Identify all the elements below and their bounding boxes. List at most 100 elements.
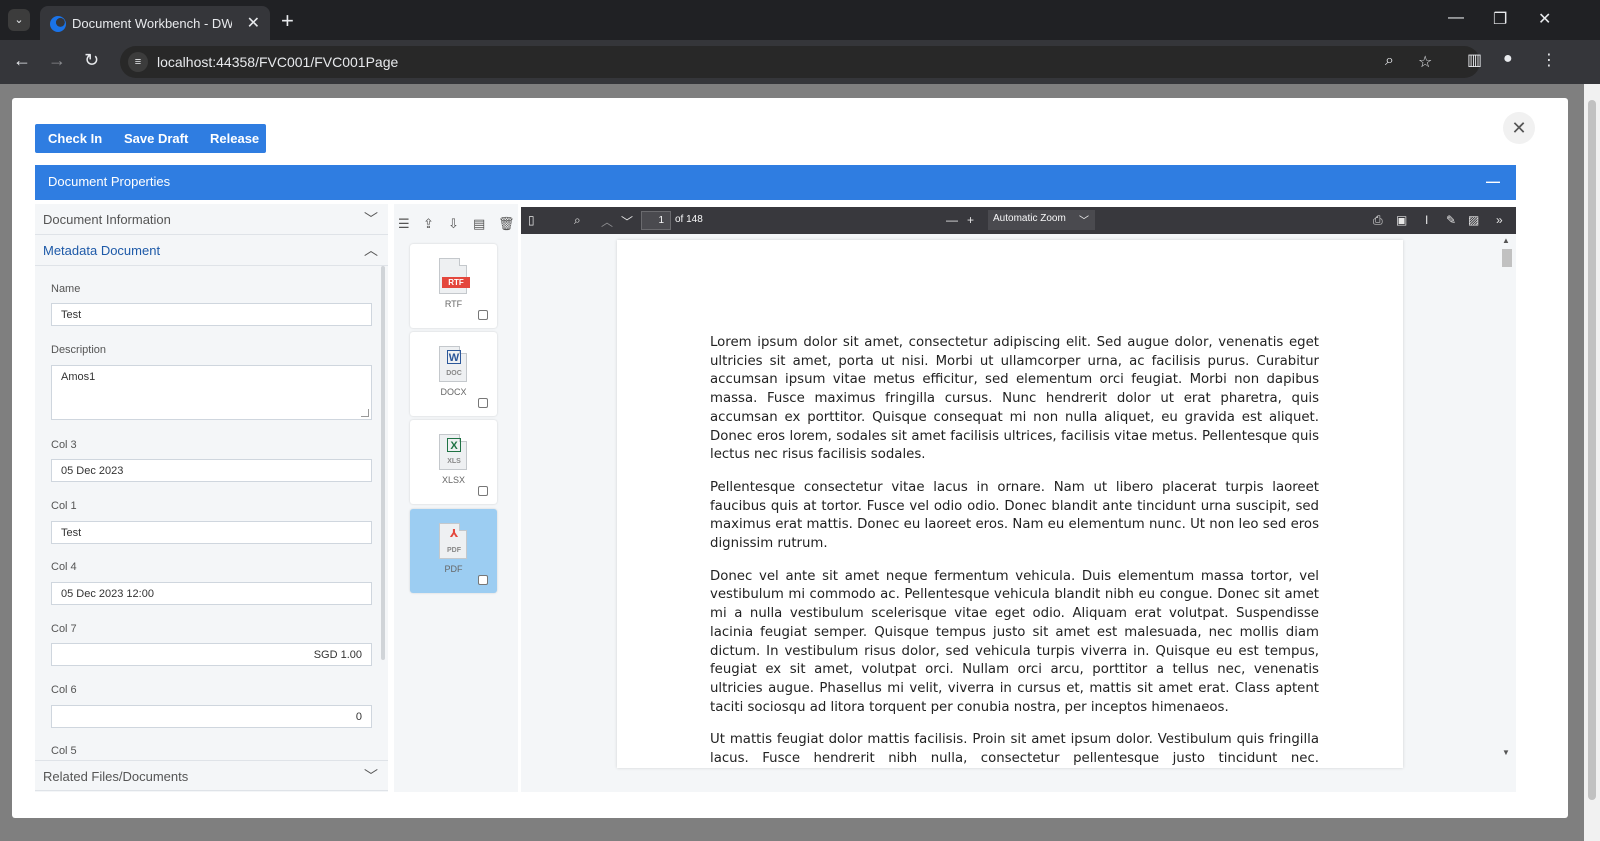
file-list-panel: ☰ ⇪ ⇩ ▤ 🗑 RTF RTF W DOC DOCX X XLS XLSX … — [394, 204, 518, 792]
form-scrollbar[interactable] — [381, 266, 385, 660]
accordion-label: Metadata Document — [43, 243, 161, 258]
url-text[interactable]: localhost:44358/FVC001/FVC001Page — [157, 54, 398, 70]
accordion-label: Document Information — [43, 212, 171, 227]
pdf-viewport[interactable]: Lorem ipsum dolor sit amet, consectetur … — [521, 234, 1516, 792]
col7-label: Col 7 — [51, 623, 77, 635]
window-close-button[interactable]: ✕ — [1538, 9, 1551, 29]
file-checkbox[interactable] — [478, 398, 488, 408]
file-ext: PDF — [447, 547, 461, 554]
save-draft-button[interactable]: Save Draft — [111, 124, 197, 153]
download-icon[interactable]: ⇩ — [448, 216, 459, 232]
pdf-scrollbar-thumb[interactable] — [1502, 249, 1512, 267]
scroll-down-icon[interactable]: ▼ — [1502, 748, 1510, 757]
pdf-scrollbar[interactable]: ▲ ▼ — [1500, 234, 1514, 768]
upload-icon[interactable]: ⇪ — [423, 216, 434, 232]
file-checkbox[interactable] — [478, 486, 488, 496]
site-info-icon[interactable]: ≡ — [128, 52, 148, 72]
image-icon[interactable]: ▨ — [1468, 213, 1479, 227]
name-field[interactable]: Test — [51, 303, 372, 326]
file-ext: XLS — [447, 458, 461, 465]
pdf-paragraph: Ut mattis feugiat dolor mattis facilisis… — [710, 732, 1319, 767]
reload-icon[interactable]: ↻ — [84, 50, 99, 71]
word-file-icon: W DOC — [439, 346, 467, 382]
col1-field[interactable]: Test — [51, 521, 372, 544]
metadata-form: Name Test Description Amos1 Col 3 05 Dec… — [35, 266, 388, 760]
excel-file-icon: X XLS — [439, 434, 467, 470]
favicon-icon — [50, 16, 66, 32]
new-tab-button[interactable]: + — [281, 8, 294, 34]
check-in-button[interactable]: Check In — [35, 124, 111, 153]
file-label: RTF — [444, 299, 463, 309]
browser-tab-bar: ⌄ Document Workbench - DWB... ✕ + — ❐ ✕ — [0, 0, 1600, 40]
file-card-xlsx[interactable]: X XLS XLSX — [410, 420, 497, 504]
col3-date-field[interactable]: 05 Dec 2023 — [51, 459, 372, 482]
file-card-pdf[interactable]: ⅄ PDF PDF — [410, 509, 497, 593]
side-panel-icon[interactable]: ▥ — [1467, 50, 1482, 70]
next-page-icon[interactable]: ﹀ — [621, 213, 633, 230]
browser-tab[interactable]: Document Workbench - DWB... ✕ — [40, 6, 270, 40]
pdf-text-content: Lorem ipsum dolor sit amet, consectetur … — [710, 334, 1319, 768]
text-cursor-icon[interactable]: I — [1425, 213, 1428, 227]
settings-sliders-icon[interactable]: ☰ — [398, 216, 410, 232]
col4-datetime-field[interactable]: 05 Dec 2023 12:00 — [51, 582, 372, 605]
chevron-down-icon: ﹀ — [364, 768, 378, 784]
trash-icon[interactable]: 🗑 — [498, 216, 515, 232]
document-properties-header[interactable]: Document Properties — — [35, 165, 1516, 200]
back-arrow-icon[interactable]: ← — [13, 50, 31, 71]
restore-button[interactable]: ❐ — [1493, 9, 1507, 29]
resize-handle-icon[interactable] — [361, 409, 369, 417]
file-label: XLSX — [441, 475, 465, 485]
properties-panel: Document Information ﹀ Metadata Document… — [35, 204, 388, 792]
zoom-select[interactable]: Automatic Zoom ﹀ — [988, 210, 1095, 230]
action-button-group: Check In Save Draft Release — [35, 124, 266, 153]
forward-arrow-icon[interactable]: → — [48, 50, 66, 71]
rtf-badge: RTF — [442, 277, 470, 288]
scroll-up-icon[interactable]: ▲ — [1502, 236, 1510, 245]
description-field[interactable]: Amos1 — [51, 365, 372, 420]
pdf-file-icon: ⅄ PDF — [439, 523, 467, 559]
tab-title: Document Workbench - DWB... — [72, 16, 232, 31]
profile-icon[interactable]: ● — [1503, 50, 1513, 68]
file-checkbox[interactable] — [478, 575, 488, 585]
col6-label: Col 6 — [51, 684, 77, 696]
page-number-input[interactable]: 1 — [641, 211, 671, 230]
more-tools-icon[interactable]: » — [1496, 213, 1503, 227]
release-button[interactable]: Release — [197, 124, 266, 153]
accordion-metadata-document[interactable]: Metadata Document ︿ — [35, 235, 388, 266]
file-icon[interactable]: ▤ — [473, 216, 485, 232]
draw-pen-icon[interactable]: ✎ — [1446, 213, 1456, 227]
pdf-toolbar: ▯ ⌕ ︿ ﹀ 1 of 148 — + Automatic Zoom ﹀ ⎙ … — [521, 207, 1516, 234]
bookmark-star-icon[interactable]: ☆ — [1418, 52, 1432, 72]
col7-currency-field[interactable]: SGD 1.00 — [51, 643, 372, 666]
sidebar-toggle-icon[interactable]: ▯ — [528, 213, 535, 227]
previous-page-icon[interactable]: ︿ — [601, 213, 613, 230]
print-icon[interactable]: ⎙ — [1373, 213, 1383, 228]
tab-list-button[interactable]: ⌄ — [8, 9, 30, 31]
file-ext: DOC — [446, 370, 462, 377]
accordion-related-files[interactable]: Related Files/Documents ﹀ — [35, 760, 388, 791]
menu-kebab-icon[interactable]: ⋮ — [1541, 50, 1557, 70]
zoom-out-icon[interactable]: — — [946, 213, 958, 227]
zoom-icon[interactable]: ⌕ — [1385, 52, 1394, 70]
minimize-button[interactable]: — — [1448, 9, 1464, 27]
file-checkbox[interactable] — [478, 310, 488, 320]
modal-close-button[interactable]: ✕ — [1503, 112, 1535, 144]
collapse-icon[interactable]: — — [1486, 173, 1500, 189]
file-label: DOCX — [440, 387, 467, 397]
file-card-rtf[interactable]: RTF RTF — [410, 244, 497, 328]
search-icon[interactable]: ⌕ — [574, 213, 581, 228]
save-icon[interactable]: ▣ — [1396, 213, 1407, 227]
pdf-page: Lorem ipsum dolor sit amet, consectetur … — [617, 240, 1403, 768]
document-workbench-modal: ✕ Check In Save Draft Release Document P… — [12, 98, 1568, 818]
page-scrollbar-thumb[interactable] — [1588, 100, 1596, 800]
file-label: PDF — [444, 564, 463, 574]
address-bar[interactable]: ≡ localhost:44358/FVC001/FVC001Page ⌕ ☆ — [120, 46, 1480, 78]
col6-number-field[interactable]: 0 — [51, 705, 372, 728]
name-label: Name — [51, 283, 81, 295]
accordion-document-information[interactable]: Document Information ﹀ — [35, 204, 388, 235]
file-card-docx[interactable]: W DOC DOCX — [410, 332, 497, 416]
excel-glyph: X — [447, 438, 461, 452]
zoom-in-icon[interactable]: + — [967, 213, 974, 227]
page-scrollbar[interactable] — [1584, 84, 1600, 841]
tab-close-icon[interactable]: ✕ — [247, 13, 260, 33]
